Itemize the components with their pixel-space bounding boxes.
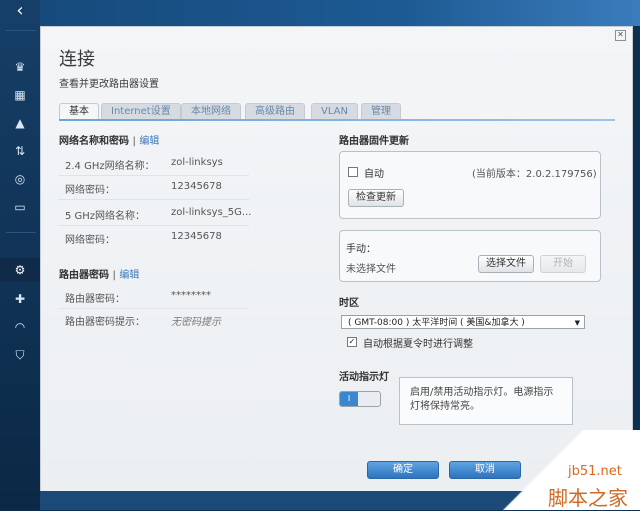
top-bar <box>40 0 640 26</box>
tab-advanced-routing[interactable]: 高级路由 <box>245 103 305 120</box>
dropdown-arrow-icon: ▼ <box>574 319 580 327</box>
tab-administration[interactable]: 管理 <box>361 103 401 120</box>
row-divider <box>59 175 249 176</box>
auto-update-label: 自动 <box>364 169 384 180</box>
tab-local-network[interactable]: 本地网络 <box>181 103 241 120</box>
firmware-manual-box: 手动： 未选择文件 选择文件 开始 <box>339 230 601 282</box>
tab-underline <box>59 119 615 121</box>
tab-vlan[interactable]: VLAN <box>311 103 358 120</box>
edit-router-password-link[interactable]: 编辑 <box>119 270 139 281</box>
edit-wireless-link[interactable]: 编辑 <box>139 136 159 147</box>
firmware-section-header: 路由器固件更新 <box>339 136 409 147</box>
current-version: (当前版本：2.0.2.179756) <box>472 169 597 180</box>
row-value: 12345678 <box>171 181 222 192</box>
close-icon[interactable]: ✕ <box>615 30 626 41</box>
manual-update-label: 手动： <box>346 244 376 255</box>
watermark: jb51.net 脚本之家 <box>490 430 640 510</box>
row-value: 无密码提示 <box>171 317 221 328</box>
row-value: ******** <box>171 290 211 301</box>
router-password-section-header: 路由器密码 | 编辑 <box>59 266 139 281</box>
check-update-button[interactable]: 检查更新 <box>348 189 404 207</box>
auto-update-checkbox[interactable] <box>348 167 358 177</box>
tab-basic[interactable]: 基本 <box>59 103 99 120</box>
row-divider <box>59 225 249 226</box>
gear-icon[interactable]: ⚙ <box>12 263 28 277</box>
toggle-on-knob: I <box>340 392 358 406</box>
choose-file-button[interactable]: 选择文件 <box>478 255 534 273</box>
page-title: 连接 <box>59 49 95 70</box>
row-divider <box>59 199 249 200</box>
no-file-selected: 未选择文件 <box>346 264 396 275</box>
dst-checkbox[interactable]: ✓ <box>347 337 357 347</box>
security-shield-icon[interactable]: ⛉ <box>12 348 28 362</box>
row-label: 5 GHz网络名称： <box>65 211 146 222</box>
dst-label: 自动根据夏令时进行调整 <box>363 339 473 350</box>
page-subtitle: 查看并更改路由器设置 <box>59 79 159 90</box>
ok-button[interactable]: 确定 <box>367 461 439 479</box>
router-password-header-text: 路由器密码 <box>59 270 109 281</box>
row-label: 网络密码： <box>65 235 115 246</box>
row-value: zol-linksys_5G... <box>171 207 252 218</box>
row-label: 路由器密码： <box>65 294 125 305</box>
wireless-header-text: 网络名称和密码 <box>59 136 129 147</box>
troubleshoot-icon[interactable]: ✚ <box>12 292 28 306</box>
tab-bar: 基本 Internet设置 本地网络 高级路由 VLAN 管理 <box>59 103 599 120</box>
timezone-select[interactable]: ( GMT-08:00 ) 太平洋时间 ( 美国&加拿大 ) ▼ <box>341 315 585 329</box>
wifi-icon[interactable]: ◠ <box>12 320 28 334</box>
row-value: 12345678 <box>171 231 222 242</box>
wireless-section-header: 网络名称和密码 | 编辑 <box>59 132 159 147</box>
start-button[interactable]: 开始 <box>540 255 586 273</box>
priority-icon[interactable]: ⇅ <box>12 144 28 158</box>
watermark-name: 脚本之家 <box>548 486 628 510</box>
row-label: 2.4 GHz网络名称： <box>65 161 155 172</box>
activity-led-tip: 启用/禁用活动指示灯。电源指示灯将保持常亮。 <box>399 377 573 425</box>
row-divider <box>59 308 249 309</box>
row-label: 网络密码： <box>65 185 115 196</box>
tab-internet-settings[interactable]: Internet设置 <box>101 103 181 120</box>
sidebar-divider <box>6 232 36 233</box>
network-map-icon[interactable]: ♛ <box>12 60 28 74</box>
header-separator: | <box>132 136 136 147</box>
connectivity-dialog: ✕ 连接 查看并更改路由器设置 基本 Internet设置 本地网络 高级路由 … <box>40 26 633 492</box>
calendar-icon[interactable]: ▦ <box>12 88 28 102</box>
back-arrow-icon[interactable]: ‹ <box>0 0 40 24</box>
timezone-selected-value: ( GMT-08:00 ) 太平洋时间 ( 美国&加拿大 ) <box>348 318 525 328</box>
left-sidebar: ‹ ♛ ▦ ▲ ⇅ ◎ ▭ ⚙ ✚ ◠ ⛉ <box>0 0 40 510</box>
header-separator: | <box>112 270 116 281</box>
warning-icon[interactable]: ▲ <box>12 116 28 130</box>
storage-icon[interactable]: ▭ <box>12 200 28 214</box>
row-label: 路由器密码提示： <box>65 317 145 328</box>
timezone-section-header: 时区 <box>339 298 359 309</box>
activity-led-toggle[interactable]: I <box>339 391 381 407</box>
speed-test-icon[interactable]: ◎ <box>12 172 28 186</box>
sidebar-divider <box>6 30 36 31</box>
watermark-site: jb51.net <box>568 464 622 479</box>
activity-led-section-header: 活动指示灯 <box>339 372 389 383</box>
firmware-auto-box: 自动 (当前版本：2.0.2.179756) 检查更新 <box>339 151 601 219</box>
row-value: zol-linksys <box>171 157 223 168</box>
